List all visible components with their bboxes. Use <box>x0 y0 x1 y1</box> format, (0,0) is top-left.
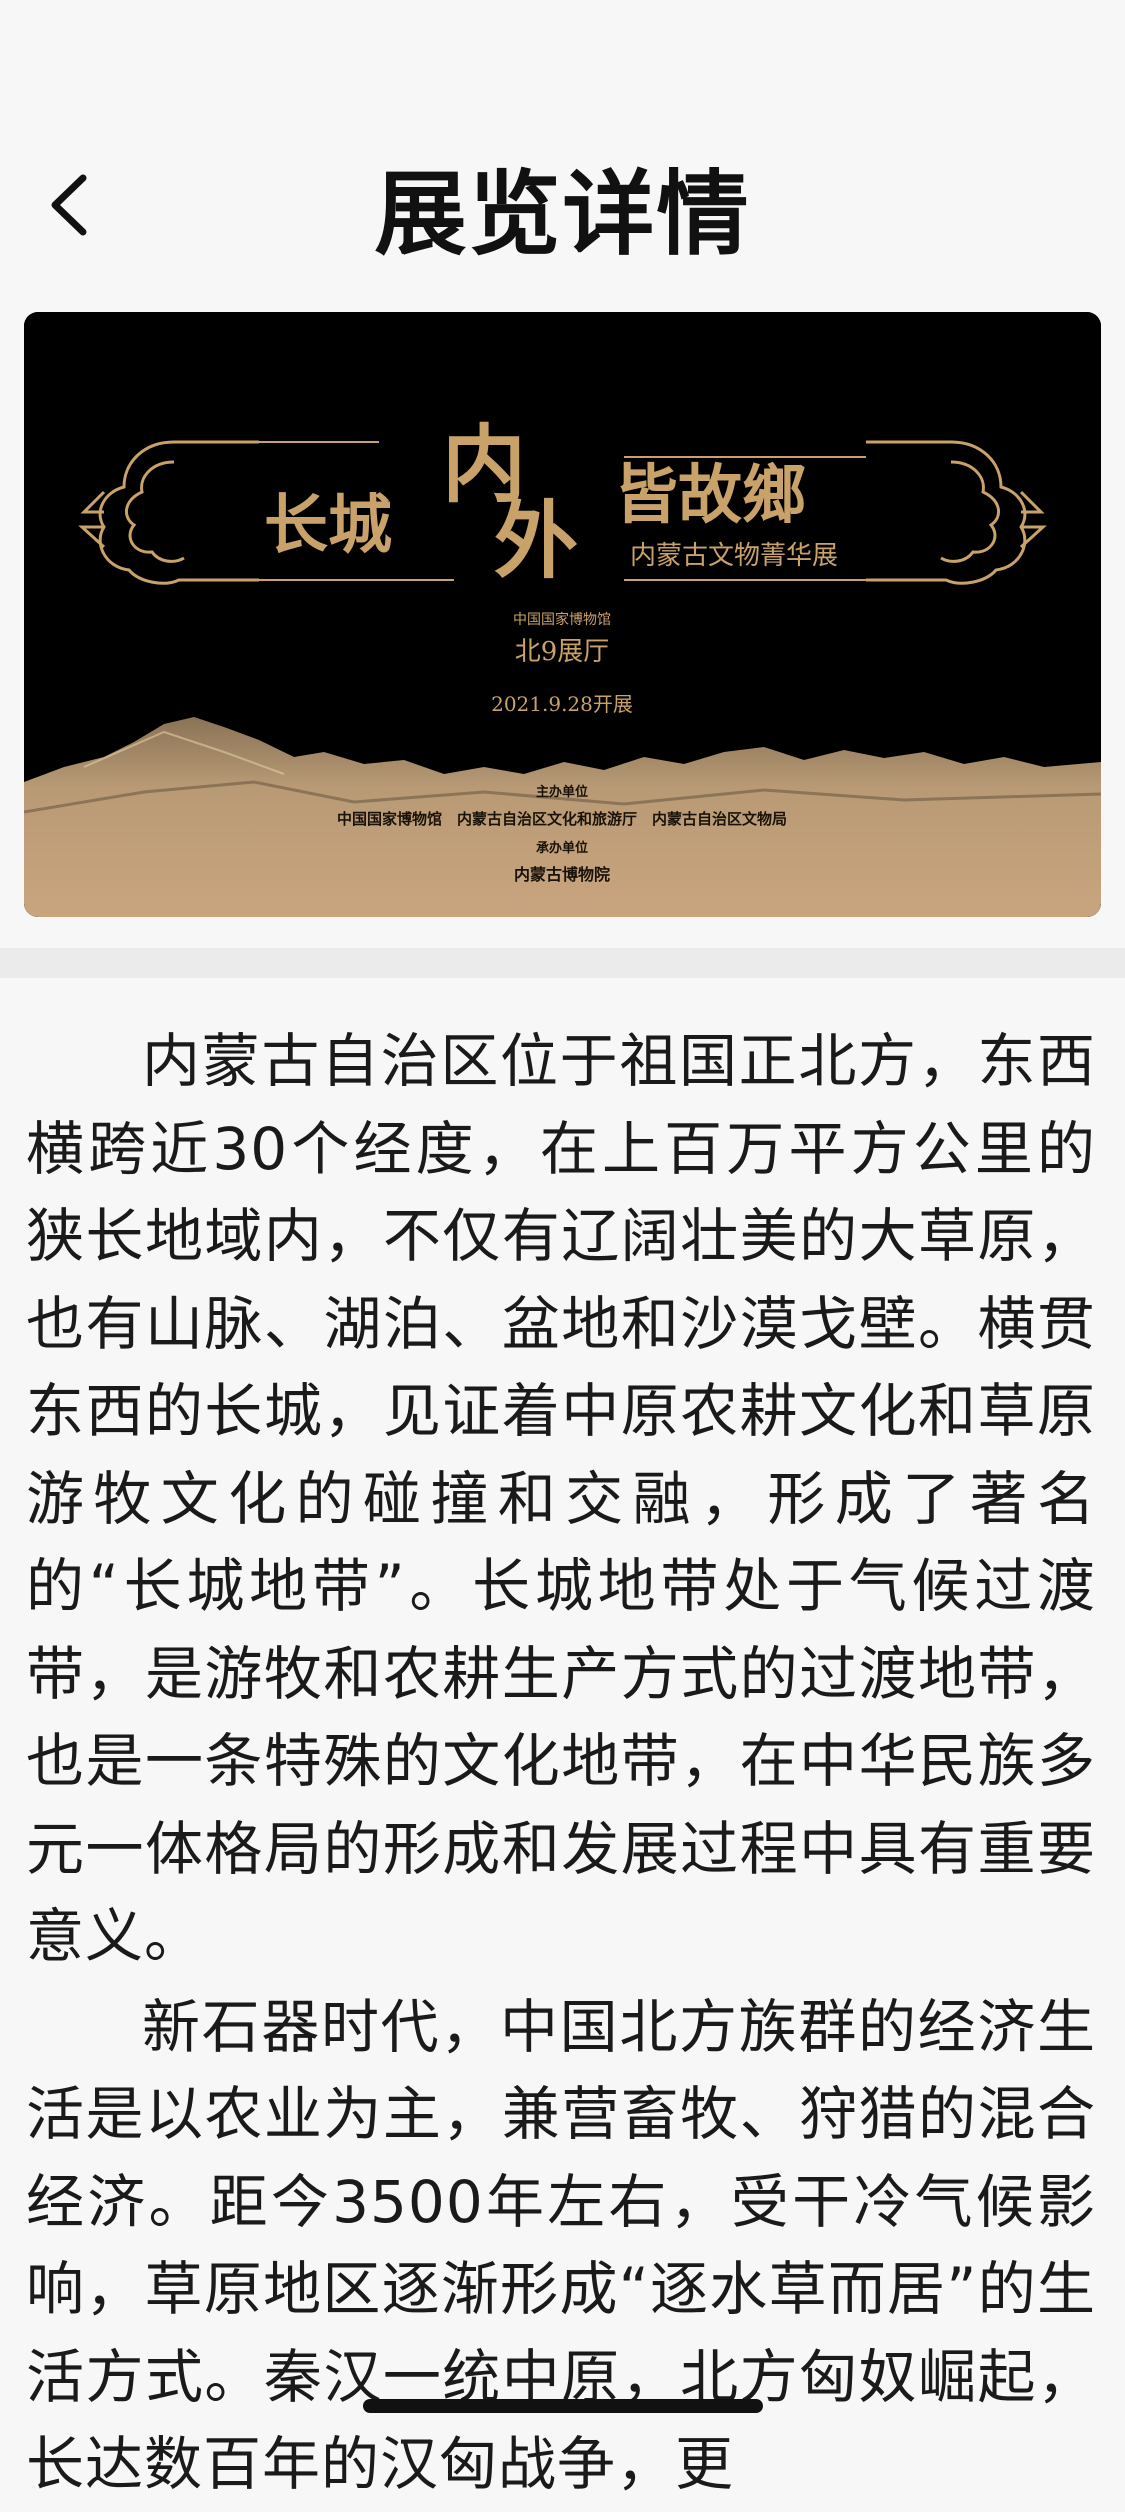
banner-organizer-label: 承办单位 <box>536 840 588 856</box>
home-indicator[interactable] <box>363 2399 763 2413</box>
banner-venue-hall: 北9展厅 <box>515 637 610 667</box>
banner-poster: 长城 内 外 皆故鄉 内蒙古文物菁华展 中国国家博物馆 北9展厅 2021.9.… <box>24 312 1101 917</box>
banner-title-right: 皆故鄉 <box>614 458 806 533</box>
article-body: 内蒙古自治区位于祖国正北方，东西横跨近30个经度，在上百万平方公里的狭长地域内，… <box>26 1018 1096 2512</box>
article-paragraph: 新石器时代，中国北方族群的经济生活是以农业为主，兼营畜牧、狩猎的混合经济。距今3… <box>26 1992 1096 2499</box>
banner-organizer-unit: 内蒙古博物院 <box>514 865 610 884</box>
banner-venue-museum: 中国国家博物馆 <box>513 611 611 628</box>
nav-header: 展览详情 <box>0 0 1125 290</box>
banner-open-date: 2021.9.28开展 <box>491 692 633 716</box>
banner-subtitle: 内蒙古文物菁华展 <box>630 541 838 571</box>
banner-host-units: 中国国家博物馆 内蒙古自治区文化和旅游厅 内蒙古自治区文物局 <box>337 810 787 828</box>
banner-host-label: 主办单位 <box>536 784 588 800</box>
page-title: 展览详情 <box>374 160 751 268</box>
article-paragraph: 内蒙古自治区位于祖国正北方，东西横跨近30个经度，在上百万平方公里的狭长地域内，… <box>26 1027 1096 1970</box>
exhibition-banner[interactable]: 长城 内 外 皆故鄉 内蒙古文物菁华展 中国国家博物馆 北9展厅 2021.9.… <box>24 312 1101 917</box>
section-divider <box>0 948 1125 978</box>
banner-title-center-2: 外 <box>494 491 578 590</box>
banner-title-left: 长城 <box>264 488 392 563</box>
